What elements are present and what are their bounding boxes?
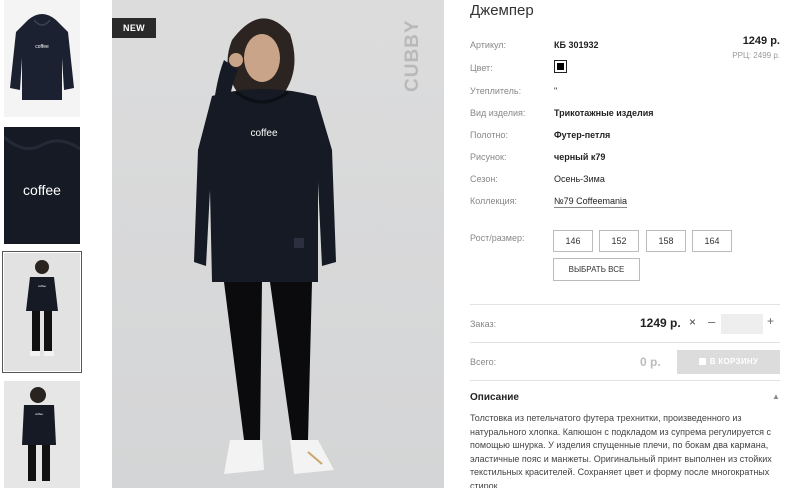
increase-quantity-button[interactable]: + — [767, 314, 774, 328]
attr-value: КБ 301932 — [554, 40, 599, 50]
attr-value: Осень-Зима — [554, 174, 605, 184]
cart-bag-icon — [698, 358, 706, 365]
attr-value: Трикотажные изделия — [554, 108, 654, 118]
size-button-146[interactable]: 146 — [553, 230, 593, 252]
total-label: Всего: — [470, 357, 497, 367]
size-button-152[interactable]: 152 — [599, 230, 639, 252]
thumb-print-text: coffee — [38, 284, 46, 288]
thumbnail-gallery: coffee coffee coffee coffee — [0, 0, 90, 488]
multiply-icon: × — [689, 315, 697, 329]
select-all-button[interactable]: ВЫБРАТЬ ВСЕ — [553, 258, 640, 281]
attr-label: Коллекция: — [470, 196, 518, 206]
add-to-cart-label: В КОРЗИНУ — [709, 357, 759, 366]
product-title: Джемпер — [470, 2, 534, 19]
divider — [470, 380, 780, 381]
attr-label: Рисунок: — [470, 152, 507, 162]
attr-label: Вид изделия: — [470, 108, 526, 118]
attr-value: черный к79 — [554, 152, 606, 162]
main-product-image[interactable]: coffee — [112, 0, 444, 488]
recommended-retail-price: РРЦ: 2499 р. — [732, 51, 780, 60]
thumbnail-4[interactable]: coffee — [4, 381, 80, 488]
order-label: Заказ: — [470, 319, 497, 329]
attr-label: Артикул: — [470, 40, 507, 50]
description-text: Толстовка из петельчатого футера трехнит… — [470, 413, 772, 488]
attr-label: Полотно: — [470, 130, 509, 140]
color-swatch-fill — [557, 63, 564, 70]
total-value: 0 р. — [640, 355, 661, 369]
attr-value: Футер-петля — [554, 130, 611, 140]
attr-value: " — [554, 86, 558, 96]
attr-label: Утеплитель: — [470, 86, 522, 96]
attr-label: Цвет: — [470, 63, 493, 73]
size-button-158[interactable]: 158 — [646, 230, 686, 252]
quantity-input[interactable] — [721, 314, 763, 334]
model-illustration: coffee — [112, 0, 444, 488]
order-price: 1249 р. — [640, 316, 681, 330]
collapse-caret-icon[interactable]: ▲ — [772, 392, 780, 401]
product-price: 1249 р. — [742, 35, 780, 47]
attr-label: Сезон: — [470, 174, 498, 184]
model-full-image: coffee — [4, 253, 80, 371]
color-swatch[interactable] — [554, 60, 567, 73]
print-closeup-image: coffee — [4, 127, 80, 244]
brand-watermark: CUBBY — [402, 19, 423, 93]
add-to-cart-button[interactable]: В КОРЗИНУ — [677, 350, 780, 374]
thumbnail-1[interactable]: coffee — [4, 0, 80, 117]
hoodie-flat-image: coffee — [10, 14, 74, 100]
description-heading[interactable]: Описание — [470, 392, 519, 403]
thumb-print-text: coffee — [35, 412, 43, 416]
thumb-print-text: coffee — [35, 44, 49, 50]
hoodie-print-text: coffee — [250, 128, 277, 139]
thumbnail-3[interactable]: coffee — [2, 251, 82, 373]
decrease-quantity-button[interactable]: – — [708, 314, 715, 329]
thumbnail-2[interactable]: coffee — [4, 127, 80, 244]
size-button-164[interactable]: 164 — [692, 230, 732, 252]
divider — [470, 342, 780, 343]
divider — [470, 304, 780, 305]
model-pose-image: coffee — [4, 381, 80, 488]
sizes-label: Рост/размер: — [470, 233, 525, 243]
collection-link[interactable]: №79 Coffeemania — [554, 196, 628, 208]
new-badge: NEW — [112, 18, 156, 38]
thumb-print-text: coffee — [23, 182, 61, 198]
